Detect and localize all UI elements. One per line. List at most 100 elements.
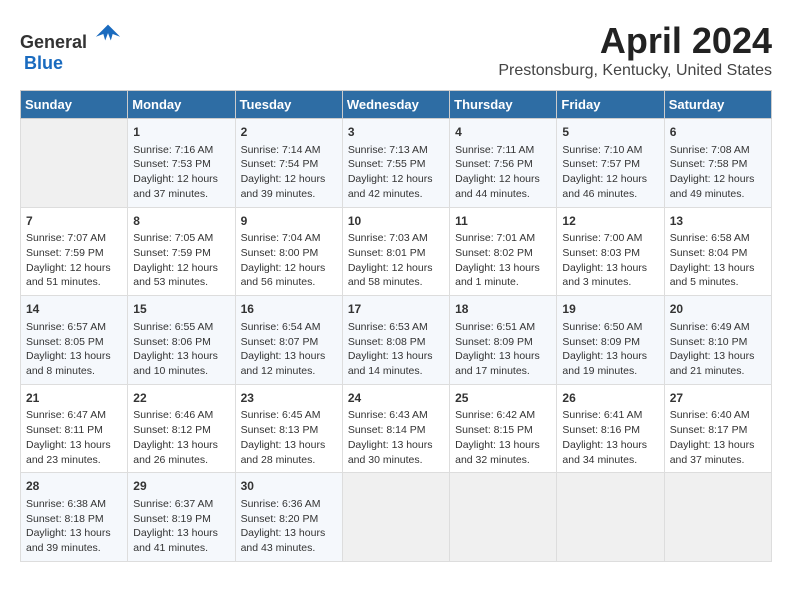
sunset-text: Sunset: 8:08 PM [348,335,444,350]
day-number: 15 [133,301,229,318]
calendar-cell: 9Sunrise: 7:04 AMSunset: 8:00 PMDaylight… [235,207,342,296]
sunset-text: Sunset: 8:09 PM [455,335,551,350]
sunset-text: Sunset: 7:59 PM [26,246,122,261]
daylight-text: Daylight: 12 hours and 37 minutes. [133,172,229,201]
daylight-text: Daylight: 12 hours and 49 minutes. [670,172,766,201]
sunset-text: Sunset: 8:03 PM [562,246,658,261]
daylight-text: Daylight: 13 hours and 17 minutes. [455,349,551,378]
daylight-text: Daylight: 12 hours and 53 minutes. [133,261,229,290]
day-header-friday: Friday [557,91,664,119]
sunset-text: Sunset: 8:12 PM [133,423,229,438]
day-number: 13 [670,213,766,230]
sunrise-text: Sunrise: 7:07 AM [26,231,122,246]
day-number: 20 [670,301,766,318]
sunset-text: Sunset: 8:09 PM [562,335,658,350]
daylight-text: Daylight: 13 hours and 19 minutes. [562,349,658,378]
daylight-text: Daylight: 13 hours and 37 minutes. [670,438,766,467]
sunrise-text: Sunrise: 6:50 AM [562,320,658,335]
daylight-text: Daylight: 13 hours and 32 minutes. [455,438,551,467]
sunrise-text: Sunrise: 6:57 AM [26,320,122,335]
sunrise-text: Sunrise: 7:13 AM [348,143,444,158]
sunrise-text: Sunrise: 6:43 AM [348,408,444,423]
sunrise-text: Sunrise: 6:37 AM [133,497,229,512]
calendar-cell: 14Sunrise: 6:57 AMSunset: 8:05 PMDayligh… [21,296,128,385]
header: General Blue April 2024 Prestonsburg, Ke… [20,20,772,80]
day-number: 12 [562,213,658,230]
sunrise-text: Sunrise: 7:10 AM [562,143,658,158]
calendar-cell: 20Sunrise: 6:49 AMSunset: 8:10 PMDayligh… [664,296,771,385]
day-number: 18 [455,301,551,318]
sunset-text: Sunset: 7:53 PM [133,157,229,172]
calendar-cell: 28 Sunrise: 6:38 AMSunset: 8:18 PMDayligh… [21,473,128,562]
sunrise-text: Sunrise: 6:46 AM [133,408,229,423]
day-number: 10 [348,213,444,230]
calendar-cell: 11Sunrise: 7:01 AMSunset: 8:02 PMDayligh… [450,207,557,296]
logo-text: General Blue [20,20,122,74]
day-number: 16 [241,301,337,318]
calendar-cell: 2Sunrise: 7:14 AMSunset: 7:54 PMDaylight… [235,119,342,208]
calendar-cell: 23Sunrise: 6:45 AMSunset: 8:13 PMDayligh… [235,384,342,473]
calendar-body: 1Sunrise: 7:16 AMSunset: 7:53 PMDaylight… [21,119,772,562]
sunset-text: Sunset: 8:10 PM [670,335,766,350]
sunset-text: Sunset: 8:11 PM [26,423,122,438]
day-number: 29 [133,478,229,495]
calendar-cell [664,473,771,562]
main-title: April 2024 [498,20,772,62]
day-headers-row: SundayMondayTuesdayWednesdayThursdayFrid… [21,91,772,119]
day-number: 3 [348,124,444,141]
daylight-text: Daylight: 13 hours and 41 minutes. [133,526,229,555]
calendar-cell: 16 Sunrise: 6:54 AMSunset: 8:07 PMDayligh… [235,296,342,385]
calendar-cell: 22Sunrise: 6:46 AMSunset: 8:12 PMDayligh… [128,384,235,473]
calendar-cell: 26Sunrise: 6:41 AMSunset: 8:16 PMDayligh… [557,384,664,473]
daylight-text: Daylight: 12 hours and 56 minutes. [241,261,337,290]
day-number: 23 [241,390,337,407]
daylight-text: Daylight: 13 hours and 28 minutes. [241,438,337,467]
sunset-text: Sunset: 8:14 PM [348,423,444,438]
sunset-text: Sunset: 7:59 PM [133,246,229,261]
daylight-text: Daylight: 13 hours and 23 minutes. [26,438,122,467]
day-header-saturday: Saturday [664,91,771,119]
day-number: 25 [455,390,551,407]
calendar-cell: 29Sunrise: 6:37 AMSunset: 8:19 PMDayligh… [128,473,235,562]
daylight-text: Daylight: 13 hours and 1 minute. [455,261,551,290]
day-number: 30 [241,478,337,495]
day-number: 21 [26,390,122,407]
day-header-monday: Monday [128,91,235,119]
calendar-cell: 10Sunrise: 7:03 AMSunset: 8:01 PMDayligh… [342,207,449,296]
daylight-text: Daylight: 13 hours and 12 minutes. [241,349,337,378]
calendar-cell: 19Sunrise: 6:50 AMSunset: 8:09 PMDayligh… [557,296,664,385]
calendar-cell: 27Sunrise: 6:40 AMSunset: 8:17 PMDayligh… [664,384,771,473]
sunrise-text: Sunrise: 6:54 AM [241,320,337,335]
day-header-sunday: Sunday [21,91,128,119]
sunset-text: Sunset: 7:54 PM [241,157,337,172]
sunset-text: Sunset: 8:04 PM [670,246,766,261]
day-number: 28 [26,478,122,495]
week-row-2: 7Sunrise: 7:07 AMSunset: 7:59 PMDaylight… [21,207,772,296]
subtitle: Prestonsburg, Kentucky, United States [498,62,772,80]
day-header-thursday: Thursday [450,91,557,119]
sunset-text: Sunset: 8:02 PM [455,246,551,261]
daylight-text: Daylight: 13 hours and 39 minutes. [26,526,122,555]
sunrise-text: Sunrise: 7:16 AM [133,143,229,158]
sunset-text: Sunset: 8:17 PM [670,423,766,438]
sunrise-text: Sunrise: 7:05 AM [133,231,229,246]
sunrise-text: Sunrise: 6:38 AM [26,497,122,512]
sunset-text: Sunset: 8:18 PM [26,512,122,527]
sunset-text: Sunset: 8:15 PM [455,423,551,438]
calendar-cell: 4Sunrise: 7:11 AMSunset: 7:56 PMDaylight… [450,119,557,208]
week-row-4: 21Sunrise: 6:47 AMSunset: 8:11 PMDayligh… [21,384,772,473]
week-row-5: 28Sunrise: 6:38 AMSunset: 8:18 PMDayligh… [21,473,772,562]
day-number: 6 [670,124,766,141]
calendar-cell: 21Sunrise: 6:47 AMSunset: 8:11 PMDayligh… [21,384,128,473]
day-number: 27 [670,390,766,407]
sunrise-text: Sunrise: 6:41 AM [562,408,658,423]
sunrise-text: Sunrise: 7:14 AM [241,143,337,158]
daylight-text: Daylight: 13 hours and 34 minutes. [562,438,658,467]
sunset-text: Sunset: 8:07 PM [241,335,337,350]
daylight-text: Daylight: 13 hours and 10 minutes. [133,349,229,378]
day-number: 8 [133,213,229,230]
sunrise-text: Sunrise: 7:04 AM [241,231,337,246]
sunset-text: Sunset: 8:01 PM [348,246,444,261]
sunrise-text: Sunrise: 6:53 AM [348,320,444,335]
day-number: 1 [133,124,229,141]
